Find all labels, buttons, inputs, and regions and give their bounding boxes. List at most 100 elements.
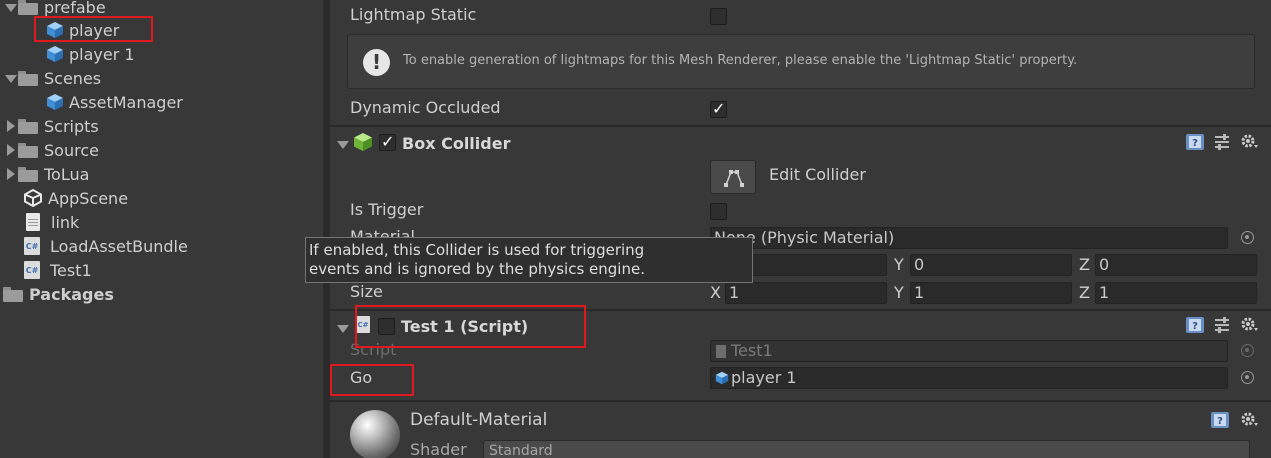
axis-y-label: Y: [894, 255, 904, 274]
help-text: To enable generation of lightmaps for th…: [403, 53, 1078, 68]
box-collider-header[interactable]: Box Collider ?: [330, 127, 1271, 161]
foldout-arrow-icon[interactable]: [336, 322, 349, 334]
tree-item-label: AppScene: [48, 188, 129, 208]
object-picker-icon[interactable]: [1241, 231, 1254, 244]
is-trigger-checkbox[interactable]: [710, 203, 727, 220]
is-trigger-tooltip: If enabled, this Collider is used for tr…: [305, 237, 753, 283]
material-preview-sphere: [350, 410, 400, 458]
svg-text:?: ?: [1217, 416, 1223, 427]
box-collider-enabled-checkbox[interactable]: [379, 132, 396, 151]
tree-item-link[interactable]: link: [24, 210, 79, 234]
tree-item-label: player 1: [69, 44, 135, 64]
tree-item-label: Test1: [50, 260, 92, 280]
tree-item-label: ToLua: [44, 164, 90, 184]
folder-icon: [18, 166, 38, 182]
tree-item-label: Packages: [29, 284, 114, 304]
tree-item-loadassetbundle[interactable]: C# LoadAssetBundle: [24, 234, 188, 258]
object-picker-icon[interactable]: [1241, 371, 1254, 384]
expand-arrow-icon[interactable]: [4, 72, 17, 84]
edit-collider-button[interactable]: [710, 160, 756, 194]
tree-item-label: Scripts: [44, 116, 99, 136]
expand-arrow-icon[interactable]: [4, 1, 17, 13]
tree-item-label: link: [51, 212, 80, 232]
help-book-icon[interactable]: ?: [1185, 133, 1205, 151]
shader-dropdown[interactable]: Standard: [483, 440, 1250, 458]
prefab-cube-icon: [715, 371, 729, 385]
axis-y-label: Y: [894, 283, 904, 302]
gear-icon[interactable]: [1239, 132, 1259, 150]
axis-z-label: Z: [1079, 255, 1090, 274]
help-book-icon[interactable]: ?: [1210, 411, 1230, 429]
size-y-field[interactable]: 1: [910, 282, 1072, 304]
object-picker-icon: [1241, 344, 1254, 357]
dynamic-occluded-label: Dynamic Occluded: [350, 98, 501, 117]
is-trigger-label: Is Trigger: [350, 200, 424, 219]
text-file-icon: [26, 213, 40, 231]
script-value: Test1: [731, 341, 773, 360]
panel-divider[interactable]: [323, 0, 330, 458]
svg-text:?: ?: [1192, 138, 1198, 149]
tree-item-label: prefabe: [44, 0, 106, 17]
collapse-arrow-icon[interactable]: [4, 144, 16, 156]
tree-item-tolua[interactable]: ToLua: [4, 162, 89, 186]
go-value: player 1: [731, 368, 797, 387]
preset-sliders-icon[interactable]: [1212, 316, 1232, 334]
size-label: Size: [350, 282, 383, 301]
inspector-panel: Lightmap Static ! To enable generation o…: [330, 0, 1271, 458]
tree-item-label: LoadAssetBundle: [50, 236, 188, 256]
box-collider-icon: [354, 133, 372, 151]
size-x-field[interactable]: 1: [725, 282, 887, 304]
lightmap-static-checkbox[interactable]: [710, 8, 727, 25]
collapse-arrow-icon[interactable]: [4, 120, 16, 132]
info-icon: !: [363, 49, 390, 76]
folder-icon: [18, 142, 38, 158]
tree-item-source[interactable]: Source: [4, 138, 99, 162]
center-z-field[interactable]: 0: [1095, 254, 1257, 276]
tree-item-label: Source: [44, 140, 99, 160]
tooltip-line-1: If enabled, this Collider is used for tr…: [309, 241, 645, 259]
center-y-field[interactable]: 0: [910, 254, 1072, 276]
csharp-script-icon: C#: [24, 237, 40, 255]
tree-item-label: AssetManager: [69, 92, 183, 112]
edit-collider-icon: [724, 170, 744, 187]
help-box: ! To enable generation of lightmaps for …: [347, 34, 1255, 89]
tree-item-scenes[interactable]: Scenes: [4, 66, 101, 90]
preset-sliders-icon[interactable]: [1212, 133, 1232, 151]
highlight-box-go: [330, 364, 414, 396]
component-separator: [330, 400, 1271, 402]
go-field[interactable]: player 1: [710, 367, 1228, 389]
project-panel: prefabe player player 1 Scenes AssetMana…: [0, 0, 323, 458]
gear-icon[interactable]: [1239, 315, 1259, 333]
edit-collider-label: Edit Collider: [769, 165, 866, 184]
folder-icon: [18, 118, 38, 134]
highlight-box-player: [34, 16, 153, 42]
shader-label: Shader: [410, 440, 467, 458]
tree-item-test1[interactable]: C# Test1: [24, 258, 92, 282]
folder-icon: [18, 0, 38, 15]
unity-scene-icon: [24, 189, 42, 207]
gear-icon[interactable]: [1239, 410, 1259, 428]
box-collider-title: Box Collider: [402, 134, 511, 153]
highlight-box-test1-header: [355, 305, 586, 348]
script-field: Test1: [710, 340, 1228, 362]
tree-item-label: Scenes: [44, 68, 102, 88]
material-field[interactable]: None (Physic Material): [710, 227, 1228, 249]
dynamic-occluded-checkbox[interactable]: [710, 99, 727, 118]
tree-item-packages[interactable]: Packages: [3, 282, 114, 306]
foldout-arrow-icon[interactable]: [336, 138, 349, 150]
material-title: Default-Material: [410, 410, 548, 430]
size-z-field[interactable]: 1: [1095, 282, 1257, 304]
tree-item-assetmanager[interactable]: AssetManager: [46, 90, 183, 114]
collapse-arrow-icon[interactable]: [4, 168, 16, 180]
folder-icon: [3, 286, 23, 302]
tooltip-line-2: events and is ignored by the physics eng…: [309, 260, 645, 278]
tree-item-player-1[interactable]: player 1: [46, 42, 135, 66]
tree-item-appscene[interactable]: AppScene: [24, 186, 128, 210]
axis-x-label: X: [710, 283, 721, 302]
lightmap-static-label: Lightmap Static: [350, 5, 477, 24]
script-file-icon: [716, 345, 726, 358]
prefab-cube-icon: [47, 94, 63, 110]
prefab-cube-icon: [47, 46, 63, 62]
help-book-icon[interactable]: ?: [1185, 316, 1205, 334]
tree-item-scripts[interactable]: Scripts: [4, 114, 99, 138]
